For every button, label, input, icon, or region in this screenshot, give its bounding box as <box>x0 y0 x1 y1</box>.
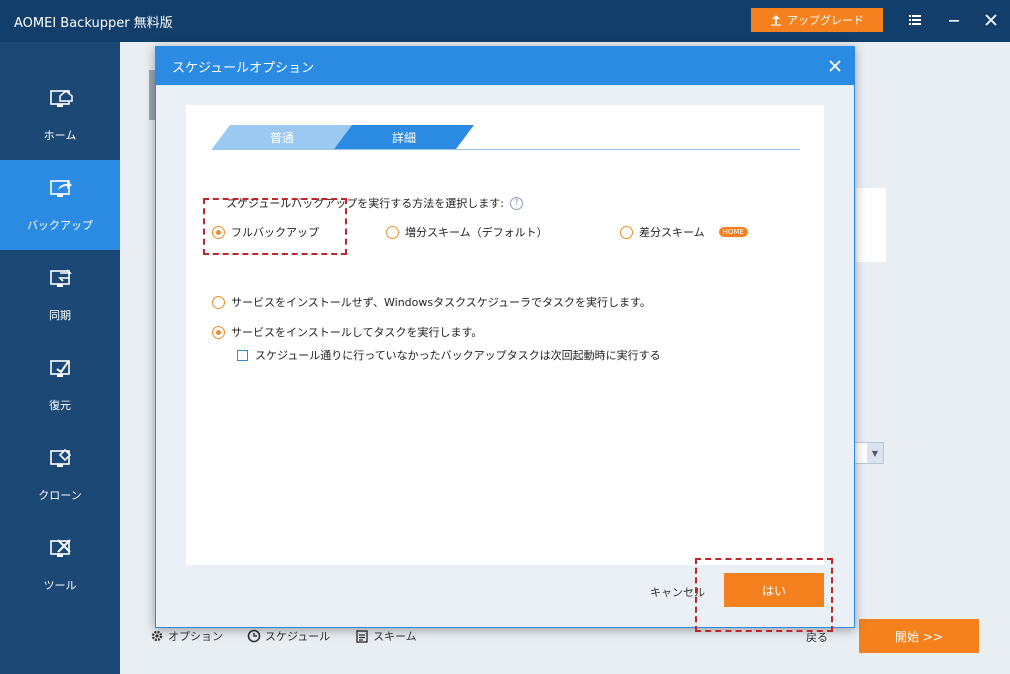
sidebar-item-tools[interactable]: ツール <box>0 520 120 610</box>
radio-button <box>212 295 225 309</box>
options-label: オプション <box>168 630 223 643</box>
radio-button <box>386 225 399 239</box>
scheme-button[interactable]: スキーム <box>355 628 417 644</box>
schedule-label: スケジュール <box>265 630 331 643</box>
options-button[interactable]: オプション <box>150 628 223 644</box>
background-dropdown[interactable]: ▼ <box>852 442 884 464</box>
dialog-close-icon[interactable] <box>826 57 844 75</box>
tab-advanced[interactable]: 詳細 <box>334 125 474 149</box>
menu-button[interactable] <box>905 10 925 30</box>
schedule-button[interactable]: スケジュール <box>247 628 330 644</box>
radio-incremental[interactable]: 増分スキーム（デフォルト） <box>386 224 548 240</box>
sidebar-label-home: ホーム <box>43 129 77 142</box>
sidebar-label-restore: 復元 <box>49 399 71 412</box>
missed-task-checkbox[interactable]: スケジュール通りに行っていなかったバックアップタスクは次回起動時に実行する <box>237 347 661 363</box>
highlight-full-backup <box>203 198 347 255</box>
radio-install-service[interactable]: サービスをインストールしてタスクを実行します。 <box>212 324 482 340</box>
sidebar-item-backup[interactable]: バックアップ <box>0 160 120 250</box>
home-icon <box>50 90 73 107</box>
sidebar-label-tools: ツール <box>43 579 77 592</box>
radio-differential[interactable]: 差分スキーム HOME <box>620 224 748 240</box>
app-title: AOMEI Backupper 無料版 <box>14 16 173 31</box>
minimize-button[interactable] <box>944 10 964 30</box>
radio-differential-label: 差分スキーム <box>639 226 705 239</box>
upgrade-button[interactable]: アップグレード <box>751 8 883 32</box>
checkbox-box <box>237 349 248 361</box>
backup-icon <box>50 180 72 197</box>
minimize-icon <box>949 20 959 22</box>
sidebar-item-restore[interactable]: 復元 <box>0 340 120 430</box>
tab-underline <box>212 149 800 150</box>
schedule-options-dialog: スケジュールオプション 普通 詳細 スケジュールバックアップを実行する方法を選択… <box>155 46 855 628</box>
radio-button-selected <box>212 325 225 339</box>
upgrade-label: アップグレード <box>787 14 864 27</box>
dialog-body: 普通 詳細 スケジュールバックアップを実行する方法を選択します: ? フルバック… <box>186 105 824 565</box>
radio-button <box>620 225 633 239</box>
sidebar-label-clone: クローン <box>38 489 82 502</box>
sync-icon <box>50 269 72 287</box>
highlight-ok-button <box>695 558 833 632</box>
tools-icon <box>50 539 71 557</box>
clone-icon <box>50 448 72 467</box>
background-panel <box>856 188 886 262</box>
title-bar: AOMEI Backupper 無料版 アップグレード <box>0 0 1010 42</box>
tab-normal-label: 普通 <box>269 130 294 145</box>
radio-install-service-label: サービスをインストールしてタスクを実行します。 <box>231 326 483 339</box>
sidebar-item-clone[interactable]: クローン <box>0 430 120 520</box>
dialog-header: スケジュールオプション <box>156 47 854 85</box>
help-icon[interactable]: ? <box>509 196 523 210</box>
tab-normal[interactable]: 普通 <box>212 125 352 149</box>
clipboard-icon <box>356 630 368 643</box>
home-edition-badge: HOME <box>718 227 748 237</box>
sidebar-item-home[interactable]: ホーム <box>0 70 120 160</box>
radio-incremental-label: 増分スキーム（デフォルト） <box>405 226 548 239</box>
sidebar-label-backup: バックアップ <box>27 219 93 232</box>
scheme-label: スキーム <box>373 630 417 643</box>
dialog-title: スケジュールオプション <box>172 61 315 76</box>
close-icon <box>985 14 997 26</box>
sidebar: ホーム バックアップ 同期 復元 クローン ツール <box>0 42 120 674</box>
upgrade-arrow-icon <box>771 15 781 26</box>
missed-task-label: スケジュール通りに行っていなかったバックアップタスクは次回起動時に実行する <box>255 349 661 362</box>
sidebar-item-sync[interactable]: 同期 <box>0 250 120 340</box>
restore-icon <box>50 360 70 377</box>
tab-advanced-label: 詳細 <box>391 130 416 145</box>
gear-icon <box>151 630 163 642</box>
start-button[interactable]: 開始 >> <box>859 619 979 653</box>
chevron-down-icon: ▼ <box>867 443 883 463</box>
close-window-button[interactable] <box>981 10 1001 30</box>
radio-task-scheduler[interactable]: サービスをインストールせず、Windowsタスクスケジューラでタスクを実行します… <box>212 294 651 310</box>
menu-icon <box>909 15 921 25</box>
radio-task-scheduler-label: サービスをインストールせず、Windowsタスクスケジューラでタスクを実行します… <box>231 296 651 309</box>
sidebar-label-sync: 同期 <box>49 309 71 322</box>
clock-icon <box>247 629 261 643</box>
